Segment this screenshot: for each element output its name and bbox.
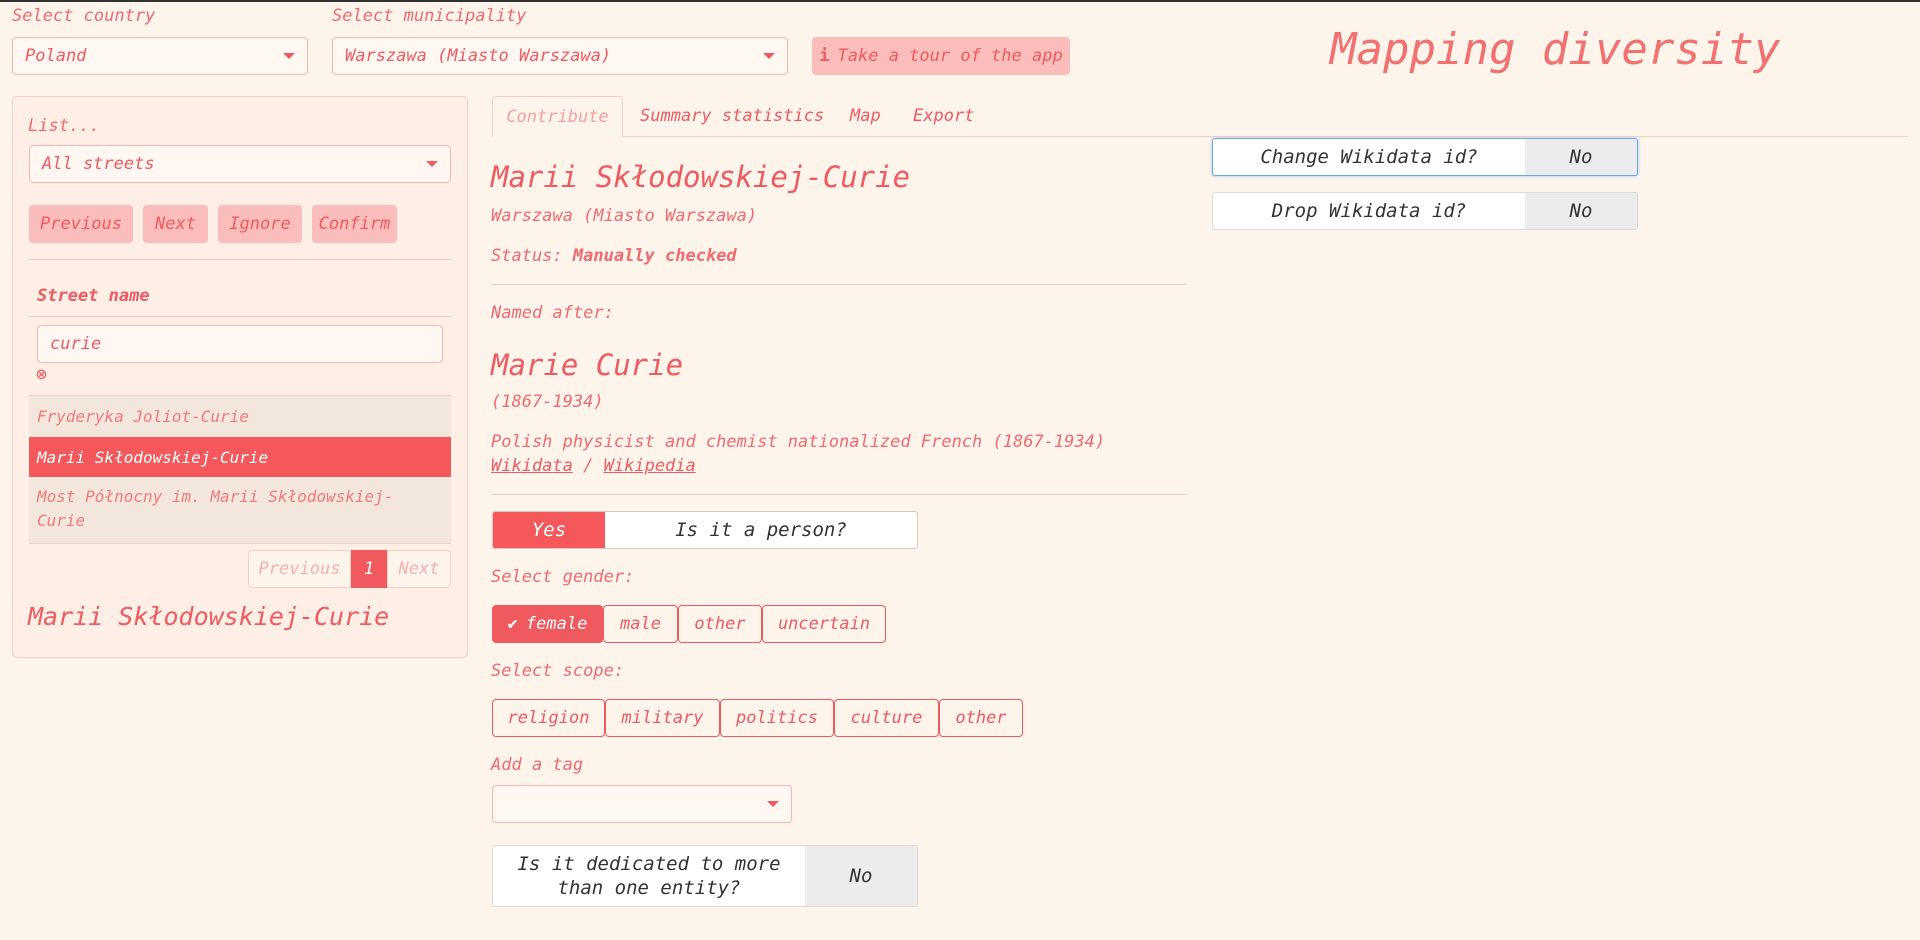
confirm-button[interactable]: Confirm (312, 205, 397, 243)
gender-option-uncertain[interactable]: uncertain (762, 605, 886, 643)
tour-button-label: Take a tour of the app (837, 46, 1063, 66)
divider (29, 316, 451, 317)
tab-summary-statistics[interactable]: Summary statistics (640, 106, 824, 126)
divider (29, 543, 451, 544)
change-wikidata-question: Change Wikidata id? (1260, 146, 1478, 168)
list-select[interactable]: All streets (29, 145, 451, 183)
table-row[interactable]: Fryderyka Joliot-Curie (29, 396, 451, 437)
is-person-toggle[interactable]: Yes Is it a person? (492, 511, 918, 549)
drop-wikidata-value[interactable]: No (1525, 193, 1637, 229)
pagination-next[interactable]: Next (387, 550, 451, 588)
divider (491, 284, 1187, 285)
multi-entity-toggle-question: Is it dedicated to more than one entity? (517, 853, 781, 899)
tab-contribute[interactable]: Contribute (492, 96, 623, 137)
list-select-value: All streets (42, 154, 155, 174)
gender-option-female[interactable]: ✔ female (492, 605, 603, 643)
multi-entity-toggle-value[interactable]: No (805, 846, 917, 906)
drop-wikidata-toggle[interactable]: Drop Wikidata id? No (1212, 192, 1638, 230)
chevron-down-icon (426, 161, 438, 167)
named-after-label: Named after: (491, 303, 614, 323)
status-label: Status: (491, 246, 563, 266)
scope-option-military[interactable]: military (605, 699, 720, 737)
wikidata-link[interactable]: Wikidata (491, 456, 573, 476)
tag-select[interactable] (492, 785, 792, 823)
multi-entity-toggle[interactable]: Is it dedicated to more than one entity?… (492, 845, 918, 907)
scope-option-religion[interactable]: religion (492, 699, 605, 737)
status-value: Manually checked (572, 246, 737, 266)
info-icon: i (819, 46, 830, 66)
is-person-toggle-question: Is it a person? (675, 519, 847, 541)
chevron-down-icon (763, 53, 775, 59)
check-icon: ✔ (507, 614, 518, 634)
tab-map[interactable]: Map (850, 106, 881, 126)
street-search-input[interactable]: curie (37, 325, 443, 363)
street-search-value: curie (50, 334, 102, 354)
divider (491, 494, 1187, 495)
tag-label: Add a tag (491, 755, 584, 775)
table-row[interactable]: Most Północny im. Marii Skłodowskiej-Cur… (29, 477, 451, 543)
scope-option-other[interactable]: other (939, 699, 1023, 737)
pagination-previous[interactable]: Previous (248, 550, 351, 588)
country-label: Select country (12, 6, 156, 26)
clear-search-icon[interactable]: ⊗ (36, 364, 47, 385)
list-label: List... (28, 116, 100, 136)
app-title: Mapping diversity (1330, 24, 1781, 75)
municipality-select-value: Warszawa (Miasto Warszawa) (345, 46, 612, 66)
previous-button[interactable]: Previous (29, 205, 133, 243)
chevron-down-icon (283, 53, 295, 59)
change-wikidata-toggle[interactable]: Change Wikidata id? No (1212, 138, 1638, 176)
scope-label: Select scope: (491, 661, 625, 681)
next-button[interactable]: Next (143, 205, 208, 243)
gender-option-label: female (525, 614, 588, 634)
person-dates: (1867-1934) (491, 392, 604, 412)
selected-street-name: Marii Skłodowskiej-Curie (28, 602, 390, 631)
tab-export[interactable]: Export (913, 106, 974, 126)
gender-label: Select gender: (491, 567, 635, 587)
person-name: Marie Curie (491, 348, 684, 382)
divider (29, 259, 451, 260)
scope-option-politics[interactable]: politics (720, 699, 834, 737)
person-description: Polish physicist and chemist nationalize… (491, 432, 1106, 452)
tour-button[interactable]: i Take a tour of the app (812, 37, 1070, 75)
municipality-select[interactable]: Warszawa (Miasto Warszawa) (332, 37, 788, 75)
wikipedia-link[interactable]: Wikipedia (604, 456, 696, 476)
municipality-label: Select municipality (332, 6, 527, 26)
drop-wikidata-question: Drop Wikidata id? (1271, 200, 1467, 222)
scope-option-culture[interactable]: culture (834, 699, 939, 737)
gender-option-other[interactable]: other (678, 605, 762, 643)
table-row-label: Fryderyka Joliot-Curie (37, 407, 249, 426)
chevron-down-icon (767, 801, 779, 807)
person-links: Wikidata / Wikipedia (491, 456, 696, 476)
table-row-label: Most Północny im. Marii Skłodowskiej-Cur… (37, 487, 394, 530)
ignore-button[interactable]: Ignore (218, 205, 302, 243)
gender-option-male[interactable]: male (603, 605, 678, 643)
street-title: Marii Skłodowskiej-Curie (491, 160, 911, 194)
country-select[interactable]: Poland (12, 37, 308, 75)
street-name-column-header[interactable]: Street name (37, 286, 150, 306)
is-person-toggle-value[interactable]: Yes (493, 512, 605, 548)
pagination-page-1[interactable]: 1 (351, 550, 387, 588)
change-wikidata-value[interactable]: No (1525, 139, 1637, 175)
street-municipality: Warszawa (Miasto Warszawa) (491, 206, 758, 226)
link-separator: / (583, 456, 594, 476)
country-select-value: Poland (25, 46, 87, 66)
table-row-selected[interactable]: Marii Skłodowskiej-Curie (29, 437, 451, 477)
table-row-label: Marii Skłodowskiej-Curie (37, 447, 269, 467)
status-line: Status: Manually checked (491, 246, 737, 266)
tabs-baseline (492, 136, 1908, 137)
